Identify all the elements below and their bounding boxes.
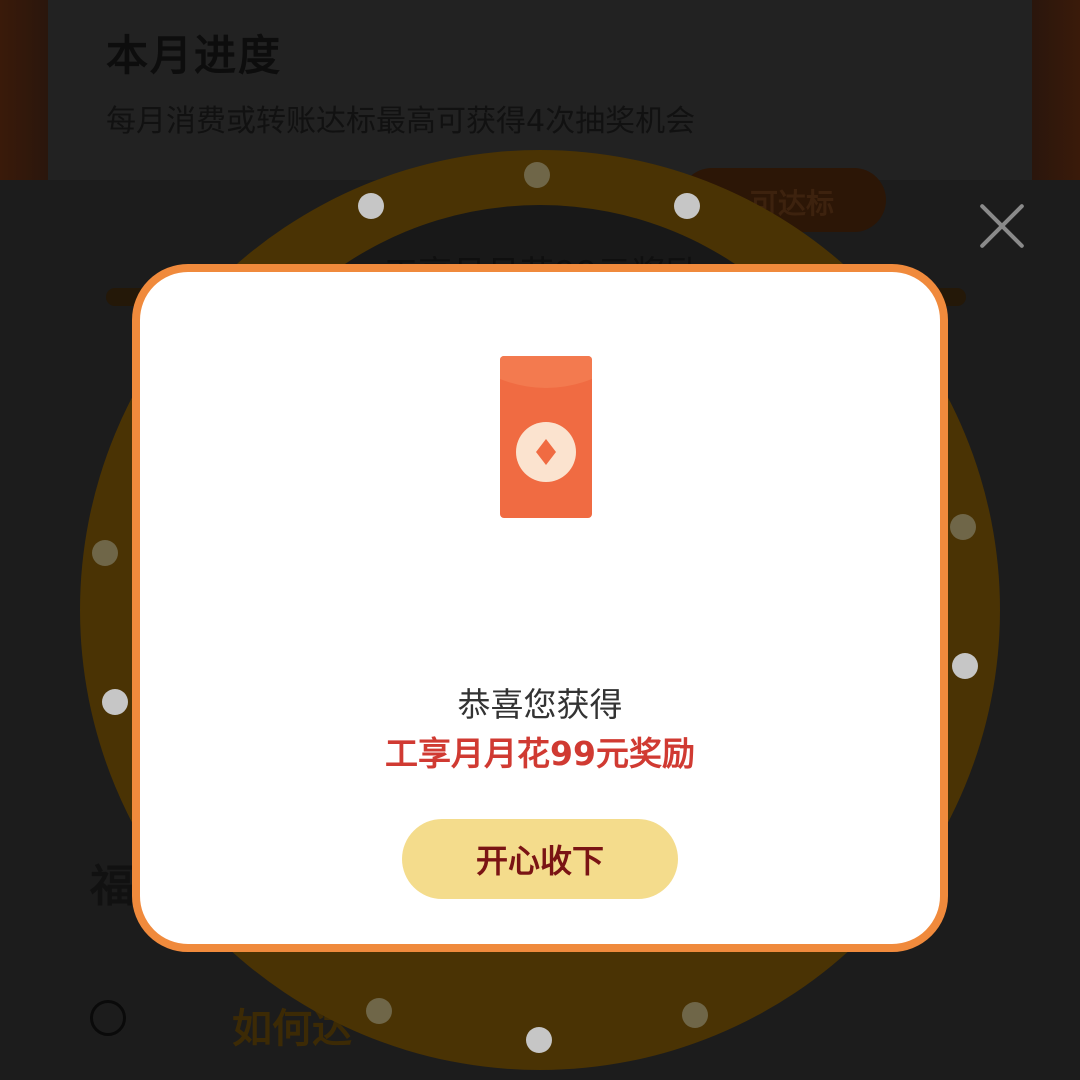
wheel-light-dot xyxy=(92,540,118,566)
congrats-text: 恭喜您获得 xyxy=(457,685,623,724)
red-envelope-icon xyxy=(500,356,592,518)
page-title: 本月进度 xyxy=(106,31,283,80)
wheel-light-dot xyxy=(682,1002,708,1028)
wheel-light-dot xyxy=(102,689,128,715)
envelope-diamond xyxy=(536,439,556,465)
background-edge-right xyxy=(1032,0,1080,180)
page-subtitle: 每月消费或转账达标最高可获得4次抽奖机会 xyxy=(106,104,696,139)
wheel-light-dot xyxy=(950,514,976,540)
envelope-coin xyxy=(516,422,576,482)
wheel-light-dot xyxy=(366,998,392,1024)
prize-text: 工享月月花99元奖励 xyxy=(385,734,695,773)
reward-dialog: 恭喜您获得 工享月月花99元奖励 开心收下 xyxy=(132,264,948,952)
close-icon[interactable] xyxy=(978,202,1026,250)
accept-button[interactable]: 开心收下 xyxy=(402,819,678,899)
wheel-light-dot xyxy=(674,193,700,219)
background-edge-left xyxy=(0,0,48,180)
wheel-light-dot xyxy=(952,653,978,679)
section-heading: 福 xyxy=(90,861,134,912)
envelope-flap xyxy=(500,356,592,388)
wheel-light-dot xyxy=(524,162,550,188)
wheel-light-dot xyxy=(358,193,384,219)
radio-button xyxy=(90,1000,126,1036)
wheel-light-dot xyxy=(526,1027,552,1053)
